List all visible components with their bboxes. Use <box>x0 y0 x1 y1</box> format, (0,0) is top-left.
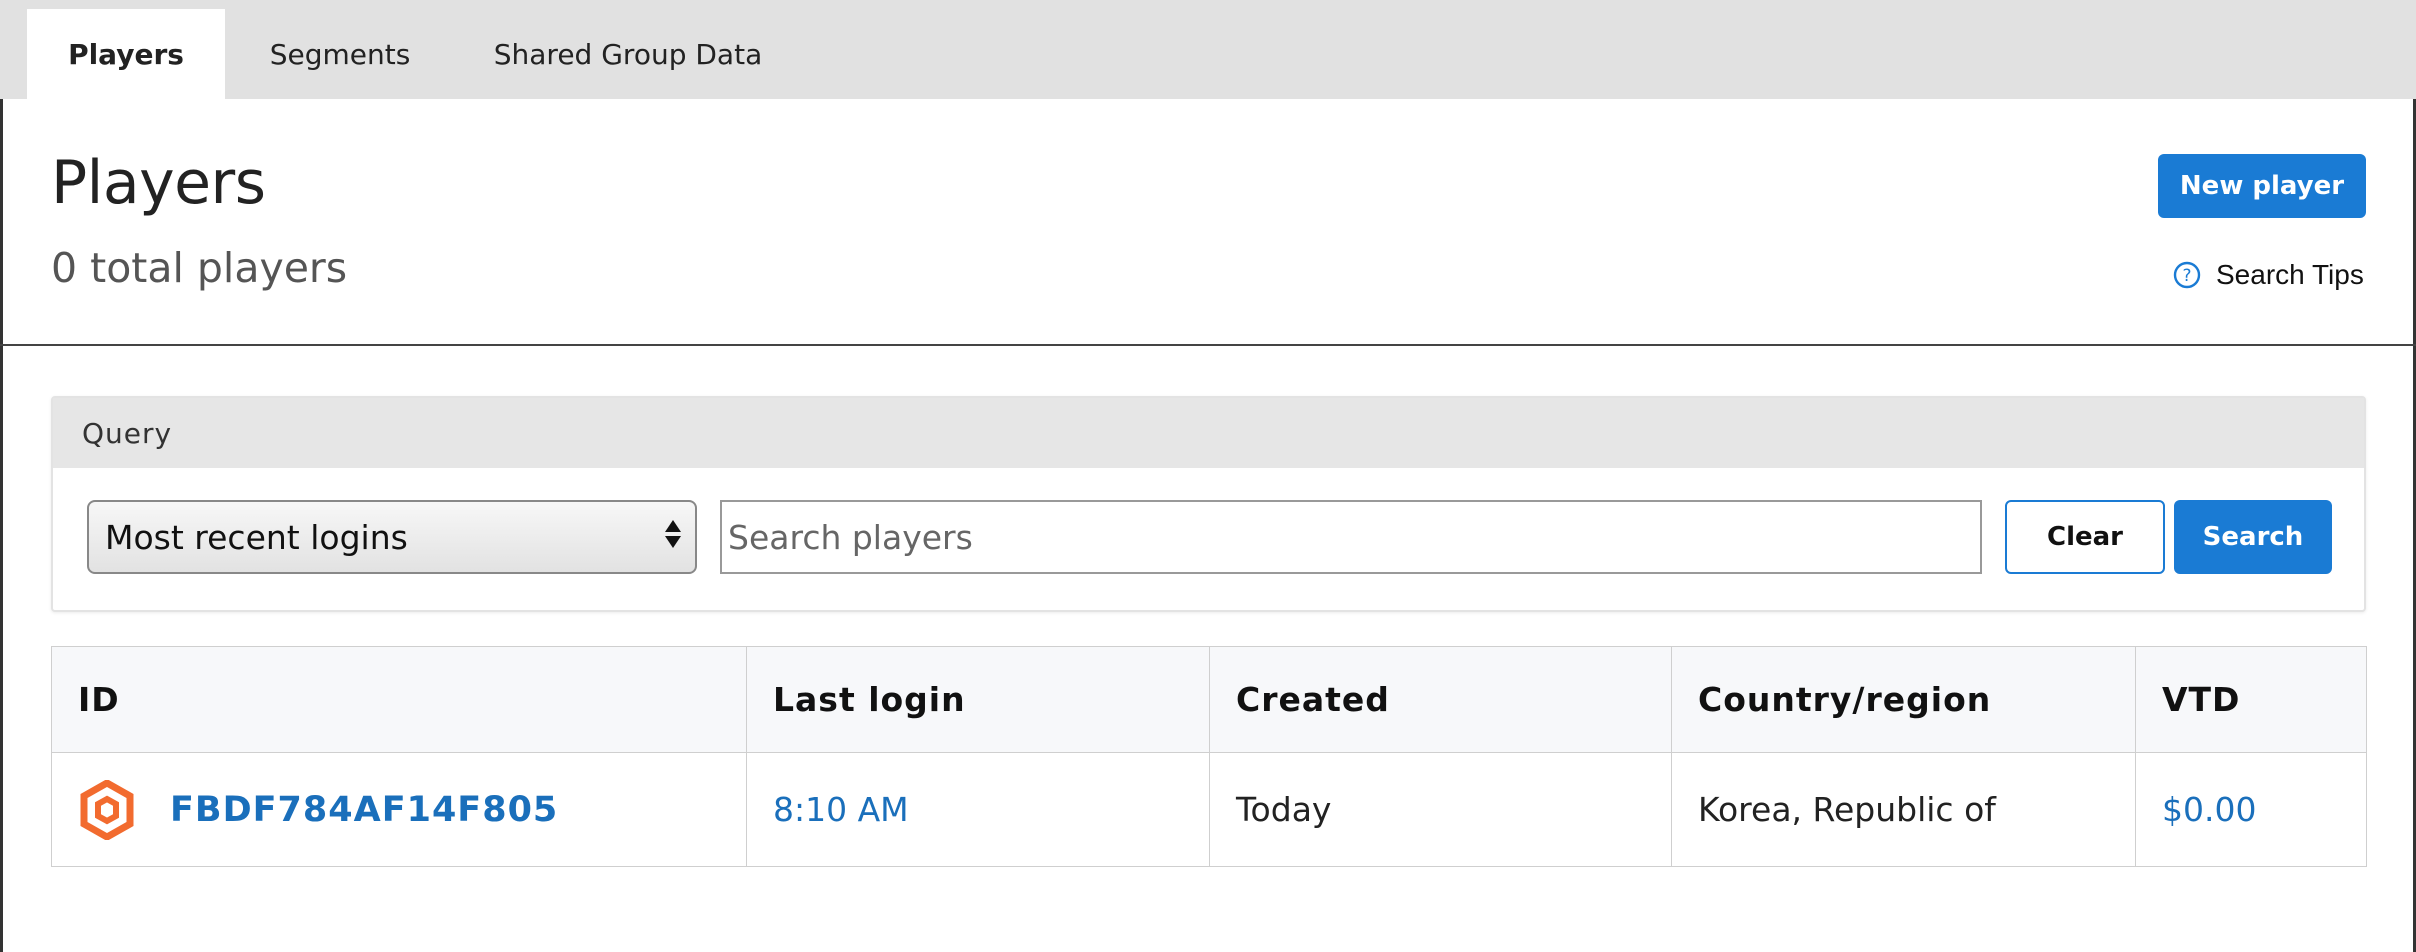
cell-last-login: 8:10 AM <box>746 752 1210 867</box>
column-header-country-region[interactable]: Country/region <box>1671 646 2136 753</box>
table-header-row: ID Last login Created Country/region VTD <box>51 646 2367 753</box>
query-panel: Query Most recent logins Clear Search <box>51 396 2366 612</box>
search-tips-link[interactable]: ? Search Tips <box>2172 259 2364 291</box>
query-panel-title: Query <box>53 398 2364 468</box>
column-header-id[interactable]: ID <box>51 646 747 753</box>
vtd-link[interactable]: $0.00 <box>2162 790 2256 829</box>
column-header-created[interactable]: Created <box>1209 646 1672 753</box>
new-player-button[interactable]: New player <box>2158 154 2366 218</box>
tab-segments[interactable]: Segments <box>245 9 435 99</box>
tab-players[interactable]: Players <box>27 9 225 99</box>
tab-bar: Players Segments Shared Group Data <box>0 0 2416 99</box>
sort-select-value: Most recent logins <box>105 517 408 557</box>
clear-button[interactable]: Clear <box>2005 500 2165 574</box>
help-circle-icon: ? <box>2173 261 2201 289</box>
content-border-left <box>0 99 3 952</box>
sort-select[interactable]: Most recent logins <box>87 500 697 574</box>
cell-created: Today <box>1209 752 1672 867</box>
page-title: Players <box>51 148 266 218</box>
player-id-link[interactable]: FBDF784AF14F805 <box>170 790 558 830</box>
table-row: FBDF784AF14F805 8:10 AM Today Korea, Rep… <box>51 752 2367 867</box>
svg-text:?: ? <box>2182 266 2191 286</box>
total-players-count: 0 total players <box>51 244 348 292</box>
header-divider <box>0 344 2416 346</box>
tab-shared-group-data[interactable]: Shared Group Data <box>480 9 776 99</box>
cell-vtd: $0.00 <box>2135 752 2367 867</box>
column-header-last-login[interactable]: Last login <box>746 646 1210 753</box>
players-table: ID Last login Created Country/region VTD… <box>51 646 2367 867</box>
select-arrows-icon <box>665 520 681 548</box>
search-players-input[interactable] <box>720 500 1982 574</box>
cell-id: FBDF784AF14F805 <box>51 752 747 867</box>
column-header-vtd[interactable]: VTD <box>2135 646 2367 753</box>
player-hexagon-icon <box>80 779 134 840</box>
search-button[interactable]: Search <box>2174 500 2332 574</box>
search-tips-label: Search Tips <box>2216 259 2364 290</box>
last-login-link[interactable]: 8:10 AM <box>773 790 909 829</box>
cell-country-region: Korea, Republic of <box>1671 752 2136 867</box>
